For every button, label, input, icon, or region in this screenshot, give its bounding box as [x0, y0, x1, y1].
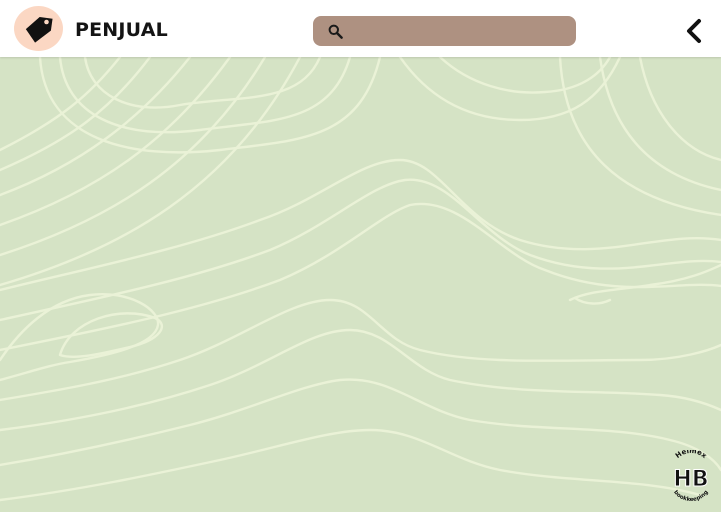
back-button[interactable] [680, 16, 708, 46]
search-input[interactable] [344, 16, 576, 46]
price-tag-icon [25, 16, 53, 43]
topographic-background [0, 57, 721, 502]
chevron-left-icon [687, 19, 701, 43]
search-bar[interactable] [313, 16, 576, 46]
search-icon [326, 22, 344, 40]
svg-text:HB: HB [673, 467, 708, 492]
app-window: PENJUAL Helmex HB bookkeeping [0, 0, 721, 512]
top-bar: PENJUAL [0, 0, 721, 57]
svg-text:Helmex: Helmex [674, 450, 709, 460]
helmex-bookkeeping-logo: Helmex HB bookkeeping [672, 450, 710, 502]
page-title: PENJUAL [75, 19, 168, 41]
brand-avatar [14, 6, 63, 51]
